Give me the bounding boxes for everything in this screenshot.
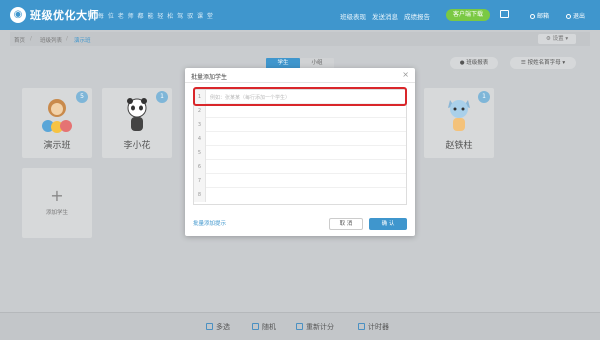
timer-button[interactable]: 计时器: [358, 322, 389, 332]
student-name: 赵铁柱: [445, 141, 473, 151]
editor-line: 5: [194, 146, 406, 160]
user-icon: [530, 14, 535, 19]
logout-label: 退出: [573, 13, 586, 20]
editor-line: 3: [194, 118, 406, 132]
student-card[interactable]: 1 赵铁柱: [424, 88, 494, 158]
editor-line: 6: [194, 160, 406, 174]
score-badge: 1: [156, 91, 168, 103]
message-icon[interactable]: [500, 10, 509, 18]
student-card[interactable]: 5 演示班: [22, 88, 92, 158]
line-number: 3: [194, 118, 206, 132]
timer-label: 计时器: [368, 323, 389, 331]
app-logo-icon: ◉: [10, 7, 26, 23]
line-number: 2: [194, 104, 206, 118]
breadcrumb-separator: /: [30, 36, 32, 42]
editor-line: 2: [194, 104, 406, 118]
student-name: 演示班: [43, 141, 71, 151]
close-icon[interactable]: ×: [402, 70, 409, 79]
breadcrumb-class-list[interactable]: 班级列表: [40, 36, 62, 44]
editor-line: 7: [194, 174, 406, 188]
nav-grade-report[interactable]: 成绩报告: [404, 11, 430, 21]
random-button[interactable]: 随机: [252, 322, 276, 332]
student-card[interactable]: 1 李小花: [102, 88, 172, 158]
reset-score-button[interactable]: 重新计分: [296, 322, 334, 332]
line-number: 5: [194, 146, 206, 160]
class-avatar-icon: [42, 99, 72, 133]
shuffle-icon: [252, 323, 259, 330]
editor-line: 8: [194, 188, 406, 202]
add-student-card[interactable]: + 添加学生: [22, 168, 92, 238]
top-bar: ◉ 班级优化大师 让 每 位 老 师 都 能 轻 松 驾 驭 课 堂 班级表现 …: [0, 0, 600, 30]
cancel-button[interactable]: 取 消: [329, 218, 363, 230]
nav-send-message[interactable]: 发送消息: [372, 11, 398, 21]
multi-select-button[interactable]: 多选: [206, 322, 230, 332]
highlight-annotation: [193, 87, 407, 106]
cat-avatar-icon: [448, 100, 470, 131]
student-name: 李小花: [123, 141, 151, 151]
mailbox-link[interactable]: 邮箱: [530, 11, 549, 20]
nav-class-performance[interactable]: 班级表现: [340, 11, 366, 21]
batch-add-hint-link[interactable]: 批量添加提示: [193, 219, 226, 227]
reset-score-label: 重新计分: [306, 323, 334, 331]
logout-link[interactable]: 退出: [566, 11, 585, 20]
settings-button[interactable]: ⚙ 设置 ▾: [538, 34, 576, 44]
breadcrumb-home[interactable]: 首页: [14, 36, 25, 44]
clock-icon: [358, 323, 365, 330]
mailbox-label: 邮箱: [537, 13, 550, 20]
plus-icon: +: [50, 186, 64, 205]
confirm-button[interactable]: 确 认: [369, 218, 407, 230]
app-slogan: 让 每 位 老 师 都 能 轻 松 驾 驭 课 堂: [88, 13, 214, 20]
panda-avatar-icon: [127, 98, 147, 131]
breadcrumb-separator: /: [66, 36, 68, 42]
class-report-button[interactable]: ● 班级报表: [450, 57, 498, 69]
line-number: 6: [194, 160, 206, 174]
bottom-toolbar: 多选 随机 重新计分 计时器: [0, 312, 600, 340]
add-student-label: 添加学生: [45, 210, 68, 216]
breadcrumb-current: 演示班: [74, 38, 91, 44]
random-label: 随机: [262, 323, 276, 331]
checkbox-icon: [206, 323, 213, 330]
breadcrumb: 首页 / 班级列表 / 演示班: [10, 32, 590, 46]
line-number: 7: [194, 174, 206, 188]
dialog-title: 批量添加学生: [191, 74, 228, 81]
sort-dropdown[interactable]: ☰ 按姓名首字母 ▾: [510, 57, 576, 69]
dialog-header: 批量添加学生 ×: [185, 68, 415, 83]
editor-line: 4: [194, 132, 406, 146]
score-badge: 1: [478, 91, 490, 103]
score-badge: 5: [76, 91, 88, 103]
client-download-button[interactable]: 客户端下载: [446, 9, 490, 21]
refresh-icon: [296, 323, 303, 330]
logout-icon: [566, 14, 571, 19]
student-names-textarea[interactable]: 1 例如：张某某（每行添加一个学生） 2 3 4 5 6 7 8: [193, 89, 407, 205]
line-number: 8: [194, 188, 206, 202]
line-number: 4: [194, 132, 206, 146]
multi-select-label: 多选: [216, 323, 230, 331]
